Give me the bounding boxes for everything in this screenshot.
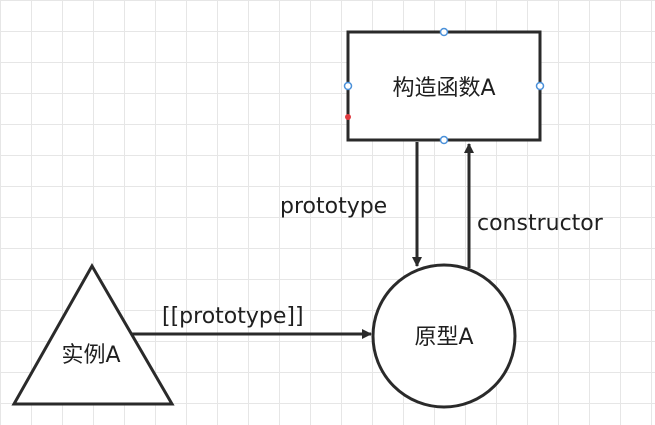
prototype-circle-label: 原型A [414,325,473,350]
edge-prototype-label: prototype [280,194,387,219]
edge-constructor[interactable]: constructor [464,143,604,268]
edge-prototype[interactable]: prototype [280,142,422,267]
diagram-svg: 构造函数A 原型A 实例A prototype constructor [[pr… [11,27,604,409]
prototype-circle[interactable]: 原型A [371,263,517,409]
edge-constructor-label: constructor [477,211,604,236]
handle-left[interactable] [343,81,353,91]
edge-proto-link[interactable]: [[prototype]] [132,304,372,339]
constructor-box[interactable]: 构造函数A [346,30,542,142]
handle-active-point[interactable] [345,114,351,120]
edge-proto-link-label: [[prototype]] [162,304,304,329]
constructor-box-label: 构造函数A [392,76,495,101]
diagram-canvas: 构造函数A 原型A 实例A prototype constructor [[pr… [0,0,655,425]
handle-top[interactable] [439,27,449,37]
handle-bottom[interactable] [439,135,449,145]
instance-triangle-label: 实例A [61,343,120,368]
handle-right[interactable] [535,81,545,91]
